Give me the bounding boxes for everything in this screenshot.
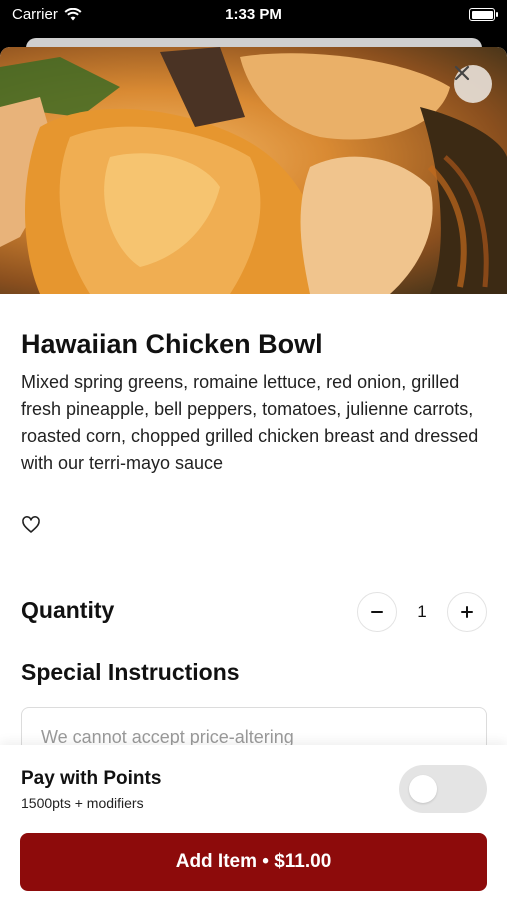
status-bar: Carrier 1:33 PM	[0, 0, 507, 30]
battery-icon	[469, 8, 498, 21]
checkout-footer: Pay with Points 1500pts + modifiers Add …	[0, 745, 507, 900]
quantity-value: 1	[417, 602, 427, 621]
decrease-quantity-button[interactable]	[357, 592, 397, 632]
quantity-label: Quantity	[21, 597, 115, 623]
add-item-button[interactable]: Add Item • $11.00	[20, 833, 487, 891]
pay-with-points-label: Pay with Points	[21, 768, 162, 789]
plus-icon	[461, 606, 473, 618]
increase-quantity-button[interactable]	[447, 592, 487, 632]
points-cost: 1500pts + modifiers	[21, 795, 144, 811]
item-description: Mixed spring greens, romaine lettuce, re…	[21, 372, 479, 473]
close-icon	[454, 65, 470, 81]
status-time: 1:33 PM	[225, 6, 282, 23]
special-instructions-label: Special Instructions	[21, 659, 240, 685]
minus-icon	[371, 611, 383, 613]
toggle-knob	[409, 775, 437, 803]
food-photo	[0, 47, 507, 294]
pay-with-points-toggle[interactable]	[399, 765, 487, 813]
heart-outline-icon[interactable]	[21, 515, 41, 535]
item-detail-sheet: Hawaiian Chicken Bowl Mixed spring green…	[0, 47, 507, 900]
close-button[interactable]	[454, 65, 492, 103]
quantity-stepper: 1	[357, 592, 487, 632]
item-title: Hawaiian Chicken Bowl	[21, 329, 323, 359]
